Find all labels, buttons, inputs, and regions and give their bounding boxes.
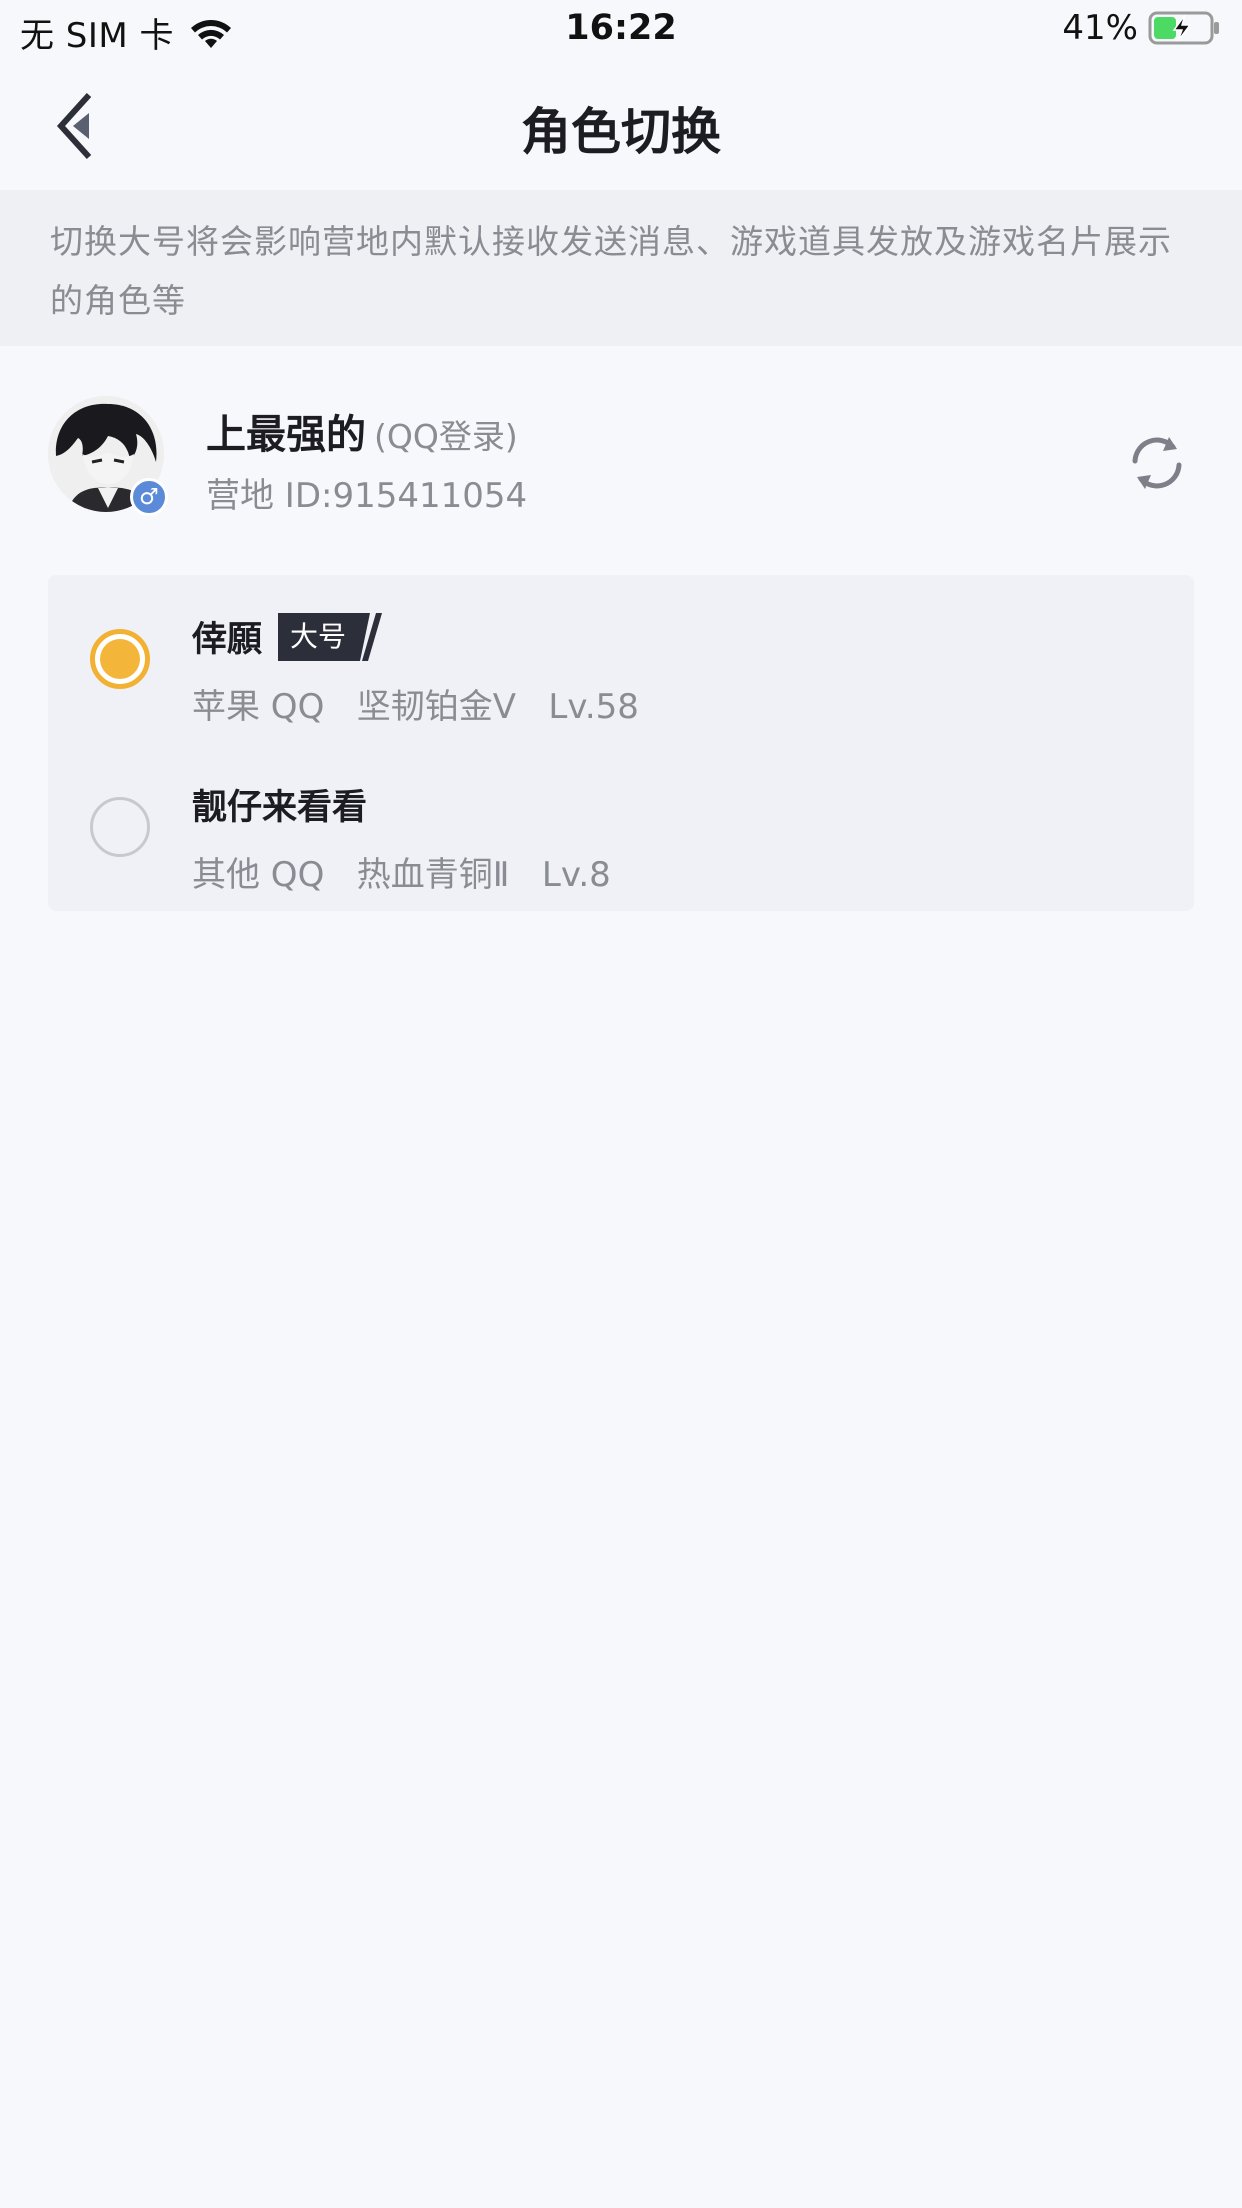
- nav-bar: 角色切换: [0, 62, 1242, 190]
- badge-slash-icon: [360, 612, 383, 661]
- notice-banner: 切换大号将会影响营地内默认接收发送消息、游戏道具发放及游戏名片展示的角色等: [0, 190, 1242, 346]
- main-account-badge-label: 大号: [278, 612, 361, 661]
- profile-name: 上最强的: [206, 412, 366, 458]
- radio-dot: [100, 639, 140, 679]
- role-list: 倖願 大号 苹果 QQ 坚韧铂金Ⅴ Lv.58 靓仔来看看 其他 QQ 热血青铜…: [48, 575, 1194, 911]
- notice-text: 切换大号将会影响营地内默认接收发送消息、游戏道具发放及游戏名片展示的角色等: [50, 222, 1172, 320]
- refresh-icon: [1132, 437, 1182, 489]
- camp-id: 营地 ID:915411054: [206, 476, 528, 516]
- male-icon: ♂: [130, 478, 168, 516]
- profile-name-row: 上最强的 (QQ登录): [206, 402, 518, 460]
- refresh-button[interactable]: [1124, 430, 1190, 496]
- radio-unselected[interactable]: [90, 797, 150, 857]
- profile-header: ♂ 上最强的 (QQ登录) 营地 ID:915411054: [0, 346, 1242, 556]
- role-item[interactable]: 倖願 大号 苹果 QQ 坚韧铂金Ⅴ Lv.58: [48, 575, 1194, 743]
- role-switch-screen: 无 SIM 卡 16:22 41% 角色切换 切换大号将会影响营地内默认接收发送…: [0, 0, 1242, 2208]
- radio-selected[interactable]: [90, 629, 150, 689]
- main-account-badge: 大号: [278, 612, 386, 661]
- role-detail: 其他 QQ 热血青铜Ⅱ Lv.8: [192, 855, 611, 895]
- role-item[interactable]: 靓仔来看看 其他 QQ 热血青铜Ⅱ Lv.8: [48, 743, 1194, 911]
- role-name: 倖願: [192, 620, 263, 660]
- role-name-row: 靓仔来看看: [192, 779, 367, 830]
- role-name-row: 倖願 大号: [192, 611, 386, 662]
- avatar[interactable]: ♂: [48, 396, 168, 516]
- status-right: 41%: [1062, 8, 1222, 48]
- role-name: 靓仔来看看: [192, 788, 368, 828]
- battery-charging-icon: [1148, 11, 1219, 45]
- login-type: (QQ登录): [374, 417, 518, 456]
- status-time: 16:22: [565, 8, 677, 48]
- status-bar: 无 SIM 卡 16:22 41%: [0, 0, 1242, 62]
- page-title: 角色切换: [521, 103, 721, 161]
- battery-percent: 41%: [1062, 8, 1138, 48]
- role-detail: 苹果 QQ 坚韧铂金Ⅴ Lv.58: [192, 687, 639, 727]
